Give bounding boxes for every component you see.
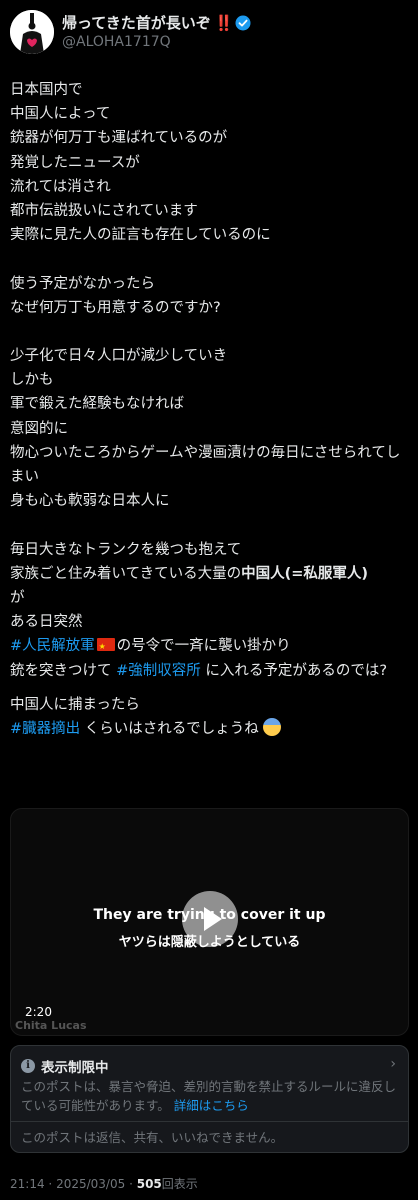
video-duration: 2:20 [25, 1005, 52, 1019]
post-header: 帰ってきた首が長いぞ ‼️ @ALOHA1717Q [10, 10, 410, 60]
post-date[interactable]: 2025/03/05 [56, 1177, 125, 1191]
post-line: #人民解放軍 の号令で一斉に襲い掛かり [10, 634, 410, 660]
post-line: 毎日大きなトランクを幾つも抱えて [10, 541, 242, 558]
post-time[interactable]: 21:14 [10, 1177, 45, 1191]
post-line: 日本国内で [10, 82, 83, 98]
video-player[interactable]: They are trying to cover it up ヤツらは隠蔽しよう… [10, 808, 409, 1036]
post-line: 身も心も軟弱な日本人に [10, 493, 170, 510]
post-line: なぜ何万丁も用意するのですか? [10, 299, 221, 316]
post-text-span: くらいはされるでしょうね [80, 720, 259, 737]
post-line: 使う予定がなかったら [10, 275, 155, 292]
post-line: 少子化で日々人口が減少していき [10, 348, 228, 365]
name-row: 帰ってきた首が長いぞ ‼️ [62, 12, 251, 33]
avatar[interactable] [10, 10, 54, 54]
post-line: 軍で鍛えた経験もなければ [10, 396, 184, 413]
restriction-description: このポストは、暴言や脅迫、差別的言動を禁止するルールに違反している可能性がありま… [21, 1077, 401, 1115]
post-line: 物心ついたころからゲームや漫画漬けの毎日にさせられてしまい [10, 444, 401, 486]
post-text-span: 銃を突きつけて [10, 662, 117, 679]
chevron-right-icon[interactable]: › [390, 1056, 396, 1072]
post-meta: 21:14 · 2025/03/05 · 505回表示 [10, 1175, 198, 1192]
divider [11, 1121, 408, 1122]
post-line: 中国人に捕まったら [10, 696, 140, 713]
view-count: 505 [136, 1177, 162, 1191]
post-line: 都市伝説扱いにされています [10, 202, 198, 219]
separator: · [129, 1177, 133, 1191]
post-line: 銃を突きつけて #強制収容所 に入れる予定があるのでは? [10, 659, 410, 683]
restriction-note: このポストは返信、共有、いいねできません。 [21, 1130, 284, 1145]
verified-badge-icon [235, 15, 250, 30]
video-watermark: Chita Lucas [15, 1019, 87, 1032]
bold-text: 中国人(=私服軍人) [241, 565, 369, 582]
hashtag-link[interactable]: #強制収容所 [116, 663, 201, 679]
post-line: が [10, 589, 25, 606]
info-icon: i [21, 1059, 35, 1073]
post-line: 意図的に [10, 420, 68, 437]
post-line: 流れては消され [10, 178, 111, 195]
post-line: 銃器が何万丁も運ばれているのが [10, 130, 228, 147]
hashtag-link[interactable]: #人民解放軍 [10, 638, 95, 654]
hashtag-link[interactable]: #臓器摘出 [10, 721, 80, 737]
post-line: ある日突然 [10, 614, 83, 631]
post-line: #臓器摘出 くらいはされるでしょうね [10, 717, 410, 741]
separator: · [48, 1177, 53, 1191]
user-handle[interactable]: @ALOHA1717Q [62, 34, 171, 50]
restriction-title: 表示制限中 [41, 1060, 109, 1076]
post-line: 家族ごと住み着いてきている大量の中国人(=私服軍人) [10, 562, 410, 586]
post-line: 実際に見た人の証言も存在しているのに [10, 227, 271, 244]
restriction-notice[interactable]: i 表示制限中 › このポストは、暴言や脅迫、差別的言動を禁止するルールに違反し… [10, 1045, 409, 1153]
avatar-figure-icon [10, 10, 54, 54]
fearful-face-icon [263, 717, 282, 736]
restriction-header: i 表示制限中 [21, 1056, 109, 1076]
post-text-span: 家族ごと住み着いてきている大量の [10, 565, 242, 582]
double-exclamation-icon: ‼️ [214, 13, 234, 32]
post-line: 発覚したニュースが [10, 154, 140, 171]
post-text-span: の号令で一斉に襲い掛かり [116, 638, 291, 655]
play-button[interactable] [182, 891, 238, 947]
post-text: 日本国内で 中国人によって 銃器が何万丁も運ばれているのが 発覚したニュースが … [10, 78, 410, 741]
post-line: 中国人によって [10, 106, 111, 123]
post-text-span: に入れる予定があるのでは? [200, 662, 388, 679]
china-flag-icon [96, 635, 115, 660]
views-label: 回表示 [161, 1177, 198, 1191]
details-link[interactable]: 詳細はこちら [174, 1098, 249, 1113]
post-line: しかも [10, 372, 54, 389]
display-name[interactable]: 帰ってきた首が長いぞ [62, 12, 211, 33]
